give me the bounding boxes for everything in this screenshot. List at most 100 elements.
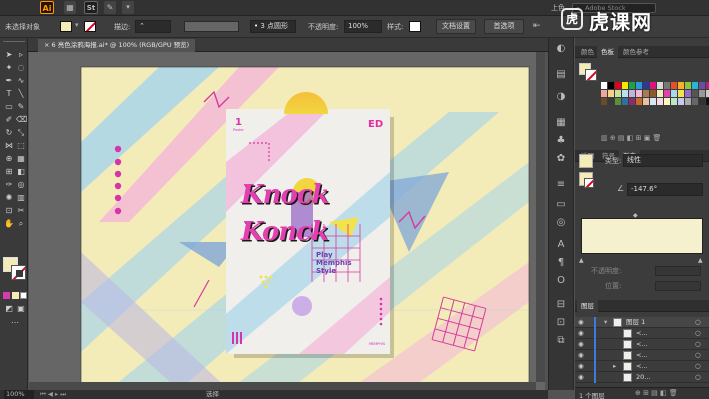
zoom-tool-icon[interactable]: ⌕ — [16, 219, 26, 229]
stroke-weight-field[interactable]: ⌃ — [135, 20, 171, 33]
mesh-tool-icon[interactable]: ⊞ — [4, 167, 14, 177]
type-tool-icon[interactable]: T — [4, 89, 14, 99]
sublayer-row[interactable]: ◉ <... ○ — [575, 328, 709, 339]
libraries-icon[interactable]: ▤ — [554, 68, 568, 82]
gradient-stop-left-icon[interactable]: ▲ — [579, 257, 584, 264]
gradient-slider-bar[interactable] — [581, 218, 703, 254]
target-icon[interactable]: ○ — [695, 317, 701, 328]
magic-wand-tool-icon[interactable]: ✦ — [4, 63, 14, 73]
perspective-grid-tool-icon[interactable]: ▦ — [16, 154, 26, 164]
eye-icon[interactable]: ◉ — [578, 350, 584, 361]
sublayer-row[interactable]: ◉ ▸ <... ○ — [575, 361, 709, 372]
slice-tool-icon[interactable]: ✂ — [16, 206, 26, 216]
color-swatch[interactable] — [685, 98, 691, 105]
width-tool-icon[interactable]: ⋈ — [4, 141, 14, 151]
color-swatch[interactable] — [629, 82, 635, 89]
transform-icon[interactable]: ⧉ — [554, 334, 568, 348]
color-swatch[interactable] — [615, 98, 621, 105]
shaper-tool-icon[interactable]: ✐ — [4, 115, 14, 125]
eye-icon[interactable]: ◉ — [578, 328, 584, 339]
eye-icon[interactable]: ◉ — [578, 372, 584, 383]
target-icon[interactable]: ○ — [695, 328, 701, 339]
gradient-angle-field[interactable]: -147.6° — [627, 183, 703, 196]
target-icon[interactable]: ○ — [695, 361, 701, 372]
color-swatch[interactable] — [657, 98, 663, 105]
color-swatch[interactable] — [678, 82, 684, 89]
tab-swatches[interactable]: 色板 — [597, 46, 618, 58]
eraser-tool-icon[interactable]: ⌫ — [16, 115, 27, 125]
target-icon[interactable]: ○ — [695, 372, 701, 383]
gradient-stroke-swatch[interactable] — [584, 178, 594, 188]
stroke-color-box[interactable] — [11, 265, 26, 280]
hand-tool-icon[interactable]: ✋ — [4, 219, 14, 229]
transparency-icon[interactable]: ◎ — [554, 216, 568, 230]
vertical-scrollbar[interactable] — [536, 52, 545, 382]
color-swatch[interactable] — [678, 90, 684, 97]
color-swatch[interactable] — [699, 82, 705, 89]
target-icon[interactable]: ○ — [695, 339, 701, 350]
eyedropper-tool-icon[interactable]: ✑ — [4, 180, 14, 190]
color-swatch[interactable] — [664, 90, 670, 97]
gradient-preview-swatch[interactable] — [579, 154, 593, 168]
color-swatch[interactable] — [699, 98, 705, 105]
chevron-down-icon[interactable]: ▾ — [604, 317, 607, 328]
shape-builder-tool-icon[interactable]: ⊕ — [4, 154, 14, 164]
close-icon[interactable]: × — [44, 41, 49, 49]
tab-layers[interactable]: 图层 — [577, 300, 598, 312]
artboard-tool-icon[interactable]: ⊡ — [4, 206, 14, 216]
color-swatch[interactable] — [629, 90, 635, 97]
color-swatch[interactable] — [671, 90, 677, 97]
direct-selection-tool-icon[interactable]: ▹ — [16, 50, 26, 60]
color-swatch[interactable] — [664, 82, 670, 89]
color-swatch[interactable] — [671, 98, 677, 105]
align-panel-icon[interactable]: ⊟ — [554, 298, 568, 312]
target-icon[interactable]: ○ — [695, 350, 701, 361]
workspace-icon[interactable]: ✎ — [104, 1, 116, 14]
fill-swatch[interactable] — [60, 21, 72, 32]
gradient-tool-icon[interactable]: ◧ — [16, 167, 26, 177]
layers-footer-icons[interactable]: ⊕ ⊞ ▤ ◧ 🗑 — [635, 389, 678, 397]
color-swatch[interactable] — [629, 98, 635, 105]
color-swatch[interactable] — [636, 90, 642, 97]
color-swatch[interactable] — [622, 98, 628, 105]
symbol-sprayer-tool-icon[interactable]: ✺ — [4, 193, 14, 203]
eye-icon[interactable]: ◉ — [578, 339, 584, 350]
color-swatch[interactable] — [650, 98, 656, 105]
document-tab[interactable]: × 6 亮色涂鸦海报.ai* @ 100% (RGB/GPU 预览) — [38, 39, 196, 52]
gradient-stop-right-icon[interactable]: ▲ — [698, 257, 703, 264]
column-graph-tool-icon[interactable]: ▥ — [16, 193, 26, 203]
sublayer-row[interactable]: ◉ <... ○ — [575, 350, 709, 361]
tab-color[interactable]: 颜色 — [577, 46, 598, 58]
color-swatch[interactable] — [664, 98, 670, 105]
symbols-icon[interactable]: ✿ — [554, 152, 568, 166]
color-swatch[interactable] — [657, 82, 663, 89]
line-tool-icon[interactable]: ╲ — [16, 89, 26, 99]
paintbrush-tool-icon[interactable]: ✎ — [16, 102, 26, 112]
gradient-opacity-field[interactable] — [655, 266, 701, 276]
curvature-tool-icon[interactable]: ∿ — [16, 76, 26, 86]
color-swatch[interactable] — [699, 90, 705, 97]
tab-color-guide[interactable]: 颜色参考 — [619, 46, 653, 58]
color-swatch[interactable] — [615, 82, 621, 89]
graphic-style-swatch[interactable] — [409, 21, 421, 32]
gradient-mode-button[interactable] — [12, 292, 19, 299]
color-mode-button[interactable] — [3, 292, 10, 299]
draw-mode-icon[interactable]: ◩ — [4, 304, 14, 314]
color-swatch[interactable] — [622, 82, 628, 89]
color-swatch[interactable] — [678, 98, 684, 105]
color-swatch[interactable] — [650, 90, 656, 97]
horizontal-scrollbar[interactable] — [29, 382, 536, 390]
color-swatch[interactable] — [671, 82, 677, 89]
align-icon[interactable]: ⇤ — [533, 21, 541, 31]
color-swatch[interactable] — [685, 90, 691, 97]
screen-mode-icon[interactable]: ▣ — [16, 304, 26, 314]
opacity-field[interactable]: 100% — [344, 20, 382, 33]
sublayer-row[interactable]: ◉ <... ○ — [575, 339, 709, 350]
swatch-grid[interactable] — [601, 82, 709, 130]
document-setup-button[interactable]: 文档设置 — [436, 19, 476, 34]
rotate-tool-icon[interactable]: ↻ — [4, 128, 14, 138]
stroke-swatch[interactable] — [84, 21, 96, 32]
color-swatch[interactable] — [685, 82, 691, 89]
color-swatch[interactable] — [643, 90, 649, 97]
swatches-icon[interactable]: ▦ — [554, 116, 568, 130]
